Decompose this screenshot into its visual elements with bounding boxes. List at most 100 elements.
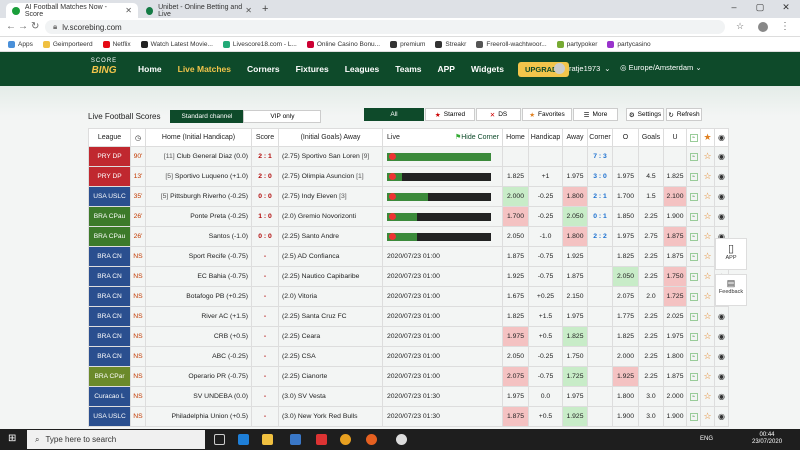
scorebing-logo[interactable]: SCORE BING — [90, 56, 118, 76]
star-icon[interactable]: ☆ — [700, 286, 715, 307]
score[interactable]: - — [251, 326, 279, 347]
away-team[interactable]: (2.75) Indy Eleven [3] — [278, 186, 383, 207]
chart-icon[interactable]: ⌁ — [686, 326, 701, 347]
eye-icon[interactable]: ◉ — [714, 166, 729, 187]
bookmark-apps[interactable]: Apps — [8, 40, 33, 48]
star-icon[interactable]: ☆ — [700, 226, 715, 247]
eye-icon[interactable]: ◉ — [714, 326, 729, 347]
chart-icon[interactable]: ⌁ — [686, 226, 701, 247]
table-row[interactable]: Curacao L NS SV UNDEBA (0.0) - (3.0) SV Ves… — [88, 386, 729, 407]
user-menu[interactable]: ratje1973 ⌄ — [554, 63, 611, 74]
league-badge[interactable]: BRA CN — [88, 286, 131, 307]
task-view-icon[interactable] — [214, 434, 225, 445]
league-badge[interactable]: PRY DP — [88, 146, 131, 167]
score[interactable]: 2 : 0 — [251, 166, 279, 187]
taskbar-clock[interactable]: 00:44 23/07/2020 — [752, 432, 782, 446]
table-row[interactable]: BRA CN NS Sport Recife (-0.75) - (2.5) AD C… — [88, 246, 729, 267]
table-row[interactable]: USA USLC 35' [5] Pittsburgh Riverho (-0.25… — [88, 186, 729, 207]
score[interactable]: - — [251, 366, 279, 387]
nav-home[interactable]: Home — [130, 64, 170, 74]
eye-icon[interactable]: ◉ — [714, 146, 729, 167]
maximize-icon[interactable]: ▢ — [748, 2, 772, 13]
star-icon[interactable]: ☆ — [700, 266, 715, 287]
table-row[interactable]: USA USLC NS Philadelphia Union (+0.5) - (3.… — [88, 406, 729, 427]
filter-more[interactable]: ☰ More — [573, 108, 618, 121]
url-input[interactable]: 🔒︎ lv.scorebing.com — [45, 20, 725, 34]
home-team[interactable]: [5] Pittsburgh Riverho (-0.25) — [145, 186, 252, 207]
league-badge[interactable]: BRA CPau — [88, 226, 131, 247]
close-tab-icon[interactable]: ✕ — [245, 6, 252, 15]
score[interactable]: - — [251, 246, 279, 267]
nav-live-matches[interactable]: Live Matches — [170, 64, 239, 74]
store-icon[interactable] — [290, 434, 301, 445]
score[interactable]: - — [251, 406, 279, 427]
chart-icon[interactable]: ⌁ — [686, 346, 701, 367]
timezone-selector[interactable]: ◎ Europe/Amsterdam ⌄ — [620, 63, 702, 72]
bookmark-casino[interactable]: Online Casino Bonu... — [306, 40, 380, 48]
star-icon[interactable]: ☆ — [700, 366, 715, 387]
app-widget[interactable]: ▯ APP — [715, 238, 747, 270]
star-icon[interactable]: ☆ — [700, 186, 715, 207]
close-tab-icon[interactable]: ✕ — [125, 6, 132, 15]
table-row[interactable]: BRA CN NS Botafogo PB (+0.25) - (2.0) Vitor… — [88, 286, 729, 307]
file-explorer-icon[interactable] — [262, 434, 273, 445]
taskbar-search-input[interactable]: ⌕ Type here to search — [27, 430, 205, 449]
home-team[interactable]: Botafogo PB (+0.25) — [145, 286, 252, 307]
new-tab-icon[interactable]: + — [262, 3, 268, 15]
score[interactable]: 0 : 0 — [251, 226, 279, 247]
bookmark-partycasino[interactable]: partycasino — [607, 40, 651, 48]
home-team[interactable]: Philadelphia Union (+0.5) — [145, 406, 252, 427]
table-row[interactable]: BRA CPar NS Operario PR (-0.75) - (2.25) Ci… — [88, 366, 729, 387]
away-team[interactable]: (2.25) CSA — [278, 346, 383, 367]
away-team[interactable]: (2.25) Santo Andre — [278, 226, 383, 247]
bookmark-folder[interactable]: Geimporteerd — [42, 40, 93, 48]
star-icon[interactable]: ☆ — [700, 146, 715, 167]
home-team[interactable]: River AC (+1.5) — [145, 306, 252, 327]
away-team[interactable]: (2.75) Sportivo San Loren [9] — [278, 146, 383, 167]
bookmark-partypoker[interactable]: partypoker — [556, 40, 597, 48]
tab-scorebing[interactable]: AI Football Matches Now - Score ✕ — [6, 3, 138, 18]
chart-icon[interactable]: ⌁ — [686, 386, 701, 407]
profile-avatar-icon[interactable] — [758, 22, 768, 32]
chart-icon[interactable]: ⌁ — [686, 366, 701, 387]
star-icon[interactable]: ☆ — [700, 406, 715, 427]
hide-corner-toggle[interactable]: ⚑Hide Corner — [455, 133, 499, 141]
chart-icon[interactable]: ⌁ — [686, 186, 701, 207]
language-indicator[interactable]: ENG — [700, 436, 713, 442]
away-team[interactable]: (2.25) Santa Cruz FC — [278, 306, 383, 327]
close-window-icon[interactable]: ✕ — [774, 2, 798, 13]
star-bookmark-icon[interactable]: ☆ — [736, 21, 744, 32]
star-icon[interactable]: ☆ — [700, 326, 715, 347]
away-team[interactable]: (2.25) Cianorte — [278, 366, 383, 387]
nav-teams[interactable]: Teams — [387, 64, 429, 74]
league-badge[interactable]: BRA CN — [88, 266, 131, 287]
eye-icon[interactable]: ◉ — [714, 206, 729, 227]
app-icon[interactable] — [396, 434, 407, 445]
away-team[interactable]: (2.25) Nautico Capibaribe — [278, 266, 383, 287]
star-icon[interactable]: ☆ — [700, 306, 715, 327]
league-badge[interactable]: PRY DP — [88, 166, 131, 187]
reload-icon[interactable]: ↻ — [31, 21, 39, 32]
home-team[interactable]: EC Bahia (-0.75) — [145, 266, 252, 287]
away-team[interactable]: (2.5) AD Confianca — [278, 246, 383, 267]
away-team[interactable]: (2.0) Gremio Novorizonti — [278, 206, 383, 227]
bookmark-streakr[interactable]: Streakr — [435, 40, 466, 48]
score[interactable]: - — [251, 346, 279, 367]
feedback-widget[interactable]: ▤ Feedback — [715, 274, 747, 306]
away-team[interactable]: (2.75) Olimpia Asuncion [1] — [278, 166, 383, 187]
league-badge[interactable]: Curacao L — [88, 386, 131, 407]
league-badge[interactable]: BRA CPar — [88, 366, 131, 387]
score[interactable]: - — [251, 286, 279, 307]
home-team[interactable]: Santos (-1.0) — [145, 226, 252, 247]
table-row[interactable]: BRA CN NS EC Bahia (-0.75) - (2.25) Nautico… — [88, 266, 729, 287]
bookmark-movies[interactable]: Watch Latest Movie... — [140, 40, 213, 48]
home-team[interactable]: ABC (-0.25) — [145, 346, 252, 367]
edge-icon[interactable] — [238, 434, 249, 445]
mail-icon[interactable] — [316, 434, 327, 445]
filter-ds[interactable]: ✕ DS — [476, 108, 521, 121]
chart-icon[interactable]: ⌁ — [686, 286, 701, 307]
windows-start-icon[interactable]: ⊞ — [8, 433, 16, 444]
filter-favorites[interactable]: ★ Favorites — [522, 108, 572, 121]
bookmark-freeroll[interactable]: Freeroll-wachtwoor... — [476, 40, 547, 48]
eye-icon[interactable]: ◉ — [714, 306, 729, 327]
